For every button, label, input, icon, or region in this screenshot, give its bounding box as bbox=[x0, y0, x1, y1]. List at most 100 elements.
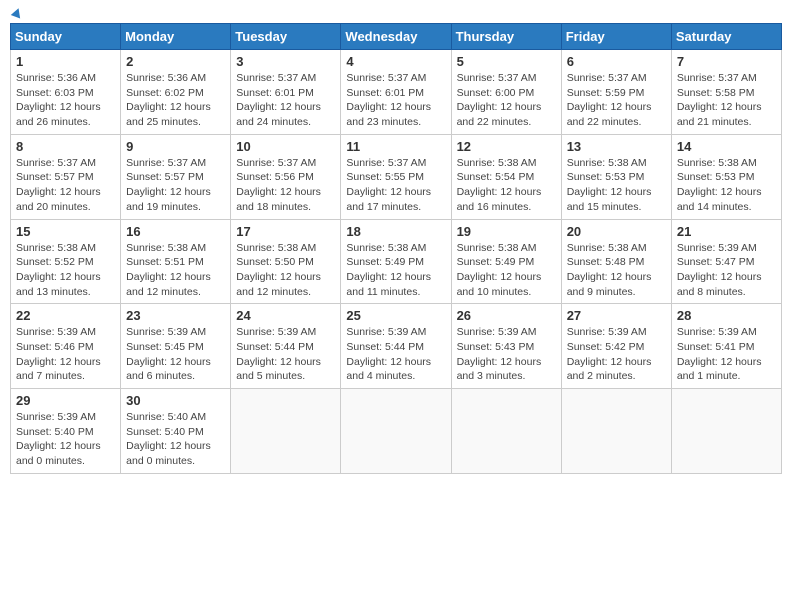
sunrise-label: Sunrise: 5:37 AM bbox=[236, 157, 316, 169]
sunrise-label: Sunrise: 5:38 AM bbox=[567, 242, 647, 254]
day-cell-17: 17 Sunrise: 5:38 AM Sunset: 5:50 PM Dayl… bbox=[231, 219, 341, 304]
sunrise-label: Sunrise: 5:39 AM bbox=[677, 242, 757, 254]
sunrise-label: Sunrise: 5:37 AM bbox=[236, 72, 316, 84]
day-cell-24: 24 Sunrise: 5:39 AM Sunset: 5:44 PM Dayl… bbox=[231, 304, 341, 389]
sunset-label: Sunset: 5:53 PM bbox=[677, 171, 755, 183]
sunset-label: Sunset: 6:03 PM bbox=[16, 87, 94, 99]
day-header-tuesday: Tuesday bbox=[231, 24, 341, 50]
day-number: 27 bbox=[567, 308, 666, 323]
day-cell-27: 27 Sunrise: 5:39 AM Sunset: 5:42 PM Dayl… bbox=[561, 304, 671, 389]
day-number: 6 bbox=[567, 54, 666, 69]
daylight-label: Daylight: 12 hours and 22 minutes. bbox=[457, 101, 542, 128]
day-cell-30: 30 Sunrise: 5:40 AM Sunset: 5:40 PM Dayl… bbox=[121, 389, 231, 474]
day-cell-29: 29 Sunrise: 5:39 AM Sunset: 5:40 PM Dayl… bbox=[11, 389, 121, 474]
empty-day-cell bbox=[671, 389, 781, 474]
daylight-label: Daylight: 12 hours and 21 minutes. bbox=[677, 101, 762, 128]
day-header-sunday: Sunday bbox=[11, 24, 121, 50]
sunset-label: Sunset: 5:59 PM bbox=[567, 87, 645, 99]
day-info: Sunrise: 5:39 AM Sunset: 5:46 PM Dayligh… bbox=[16, 325, 115, 384]
sunset-label: Sunset: 5:41 PM bbox=[677, 341, 755, 353]
day-cell-2: 2 Sunrise: 5:36 AM Sunset: 6:02 PM Dayli… bbox=[121, 50, 231, 135]
sunset-label: Sunset: 5:43 PM bbox=[457, 341, 535, 353]
day-info: Sunrise: 5:37 AM Sunset: 6:01 PM Dayligh… bbox=[236, 71, 335, 130]
daylight-label: Daylight: 12 hours and 18 minutes. bbox=[236, 186, 321, 213]
sunrise-label: Sunrise: 5:37 AM bbox=[677, 72, 757, 84]
daylight-label: Daylight: 12 hours and 6 minutes. bbox=[126, 356, 211, 383]
day-info: Sunrise: 5:40 AM Sunset: 5:40 PM Dayligh… bbox=[126, 410, 225, 469]
sunset-label: Sunset: 5:54 PM bbox=[457, 171, 535, 183]
sunrise-label: Sunrise: 5:38 AM bbox=[457, 157, 537, 169]
day-info: Sunrise: 5:37 AM Sunset: 5:57 PM Dayligh… bbox=[126, 156, 225, 215]
sunset-label: Sunset: 5:40 PM bbox=[16, 426, 94, 438]
calendar-week-row: 22 Sunrise: 5:39 AM Sunset: 5:46 PM Dayl… bbox=[11, 304, 782, 389]
day-cell-4: 4 Sunrise: 5:37 AM Sunset: 6:01 PM Dayli… bbox=[341, 50, 451, 135]
sunset-label: Sunset: 5:56 PM bbox=[236, 171, 314, 183]
sunset-label: Sunset: 5:55 PM bbox=[346, 171, 424, 183]
day-info: Sunrise: 5:39 AM Sunset: 5:40 PM Dayligh… bbox=[16, 410, 115, 469]
day-info: Sunrise: 5:37 AM Sunset: 5:56 PM Dayligh… bbox=[236, 156, 335, 215]
daylight-label: Daylight: 12 hours and 17 minutes. bbox=[346, 186, 431, 213]
sunrise-label: Sunrise: 5:38 AM bbox=[346, 242, 426, 254]
daylight-label: Daylight: 12 hours and 22 minutes. bbox=[567, 101, 652, 128]
daylight-label: Daylight: 12 hours and 10 minutes. bbox=[457, 271, 542, 298]
day-cell-1: 1 Sunrise: 5:36 AM Sunset: 6:03 PM Dayli… bbox=[11, 50, 121, 135]
empty-day-cell bbox=[561, 389, 671, 474]
sunset-label: Sunset: 6:01 PM bbox=[236, 87, 314, 99]
day-number: 5 bbox=[457, 54, 556, 69]
sunset-label: Sunset: 5:44 PM bbox=[236, 341, 314, 353]
calendar-header-row: SundayMondayTuesdayWednesdayThursdayFrid… bbox=[11, 24, 782, 50]
day-info: Sunrise: 5:38 AM Sunset: 5:53 PM Dayligh… bbox=[567, 156, 666, 215]
day-number: 14 bbox=[677, 139, 776, 154]
sunset-label: Sunset: 5:42 PM bbox=[567, 341, 645, 353]
sunrise-label: Sunrise: 5:38 AM bbox=[236, 242, 316, 254]
day-info: Sunrise: 5:36 AM Sunset: 6:02 PM Dayligh… bbox=[126, 71, 225, 130]
logo-icon bbox=[11, 7, 23, 19]
sunrise-label: Sunrise: 5:39 AM bbox=[126, 326, 206, 338]
daylight-label: Daylight: 12 hours and 25 minutes. bbox=[126, 101, 211, 128]
daylight-label: Daylight: 12 hours and 3 minutes. bbox=[457, 356, 542, 383]
day-number: 9 bbox=[126, 139, 225, 154]
day-header-wednesday: Wednesday bbox=[341, 24, 451, 50]
sunset-label: Sunset: 5:57 PM bbox=[16, 171, 94, 183]
sunset-label: Sunset: 5:45 PM bbox=[126, 341, 204, 353]
day-number: 1 bbox=[16, 54, 115, 69]
day-cell-6: 6 Sunrise: 5:37 AM Sunset: 5:59 PM Dayli… bbox=[561, 50, 671, 135]
day-cell-10: 10 Sunrise: 5:37 AM Sunset: 5:56 PM Dayl… bbox=[231, 134, 341, 219]
day-cell-8: 8 Sunrise: 5:37 AM Sunset: 5:57 PM Dayli… bbox=[11, 134, 121, 219]
day-info: Sunrise: 5:38 AM Sunset: 5:49 PM Dayligh… bbox=[346, 241, 445, 300]
day-number: 15 bbox=[16, 224, 115, 239]
day-cell-3: 3 Sunrise: 5:37 AM Sunset: 6:01 PM Dayli… bbox=[231, 50, 341, 135]
daylight-label: Daylight: 12 hours and 13 minutes. bbox=[16, 271, 101, 298]
day-number: 28 bbox=[677, 308, 776, 323]
sunset-label: Sunset: 5:48 PM bbox=[567, 256, 645, 268]
sunrise-label: Sunrise: 5:39 AM bbox=[457, 326, 537, 338]
day-header-monday: Monday bbox=[121, 24, 231, 50]
day-number: 11 bbox=[346, 139, 445, 154]
sunset-label: Sunset: 5:58 PM bbox=[677, 87, 755, 99]
day-info: Sunrise: 5:38 AM Sunset: 5:54 PM Dayligh… bbox=[457, 156, 556, 215]
calendar-table: SundayMondayTuesdayWednesdayThursdayFrid… bbox=[10, 23, 782, 474]
daylight-label: Daylight: 12 hours and 0 minutes. bbox=[16, 440, 101, 467]
daylight-label: Daylight: 12 hours and 12 minutes. bbox=[236, 271, 321, 298]
daylight-label: Daylight: 12 hours and 16 minutes. bbox=[457, 186, 542, 213]
day-info: Sunrise: 5:39 AM Sunset: 5:47 PM Dayligh… bbox=[677, 241, 776, 300]
daylight-label: Daylight: 12 hours and 12 minutes. bbox=[126, 271, 211, 298]
sunrise-label: Sunrise: 5:37 AM bbox=[457, 72, 537, 84]
daylight-label: Daylight: 12 hours and 19 minutes. bbox=[126, 186, 211, 213]
day-number: 8 bbox=[16, 139, 115, 154]
empty-day-cell bbox=[341, 389, 451, 474]
day-number: 16 bbox=[126, 224, 225, 239]
sunrise-label: Sunrise: 5:37 AM bbox=[126, 157, 206, 169]
daylight-label: Daylight: 12 hours and 8 minutes. bbox=[677, 271, 762, 298]
sunrise-label: Sunrise: 5:39 AM bbox=[346, 326, 426, 338]
calendar-week-row: 29 Sunrise: 5:39 AM Sunset: 5:40 PM Dayl… bbox=[11, 389, 782, 474]
sunset-label: Sunset: 5:47 PM bbox=[677, 256, 755, 268]
daylight-label: Daylight: 12 hours and 15 minutes. bbox=[567, 186, 652, 213]
day-info: Sunrise: 5:38 AM Sunset: 5:49 PM Dayligh… bbox=[457, 241, 556, 300]
day-cell-14: 14 Sunrise: 5:38 AM Sunset: 5:53 PM Dayl… bbox=[671, 134, 781, 219]
day-number: 7 bbox=[677, 54, 776, 69]
day-info: Sunrise: 5:39 AM Sunset: 5:44 PM Dayligh… bbox=[236, 325, 335, 384]
sunrise-label: Sunrise: 5:37 AM bbox=[346, 72, 426, 84]
day-info: Sunrise: 5:38 AM Sunset: 5:52 PM Dayligh… bbox=[16, 241, 115, 300]
daylight-label: Daylight: 12 hours and 0 minutes. bbox=[126, 440, 211, 467]
